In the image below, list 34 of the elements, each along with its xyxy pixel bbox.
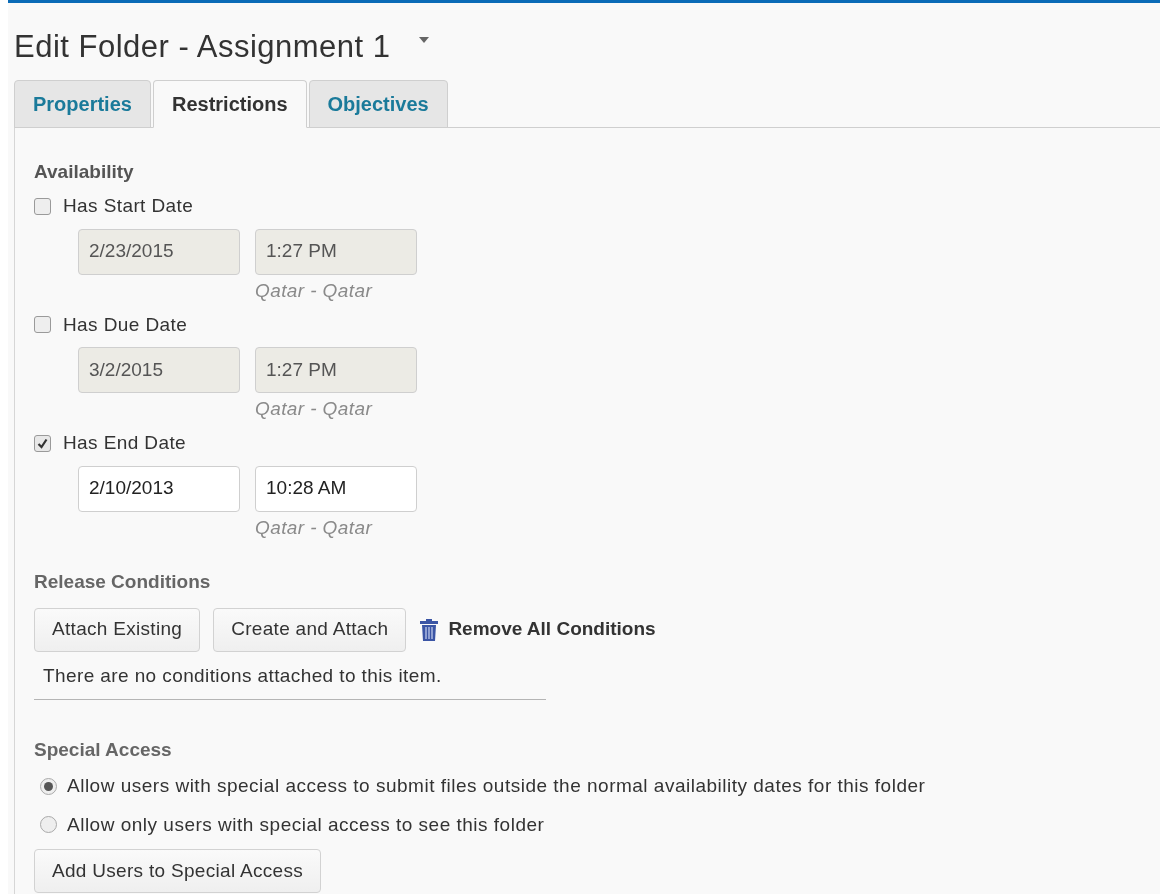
section-heading: Release Conditions [34, 569, 212, 594]
input-field[interactable]: 2/23/2015 [78, 228, 240, 275]
input-field[interactable]: 2/10/2013 [78, 465, 240, 512]
timezone-label: Qatar - Qatar [255, 278, 374, 303]
checkbox[interactable] [34, 197, 51, 215]
dropdown-caret-icon[interactable] [418, 37, 429, 43]
checkbox-label: Has End Date [63, 431, 187, 455]
timezone-label: Qatar - Qatar [255, 515, 374, 540]
trash-icon [419, 617, 440, 642]
button[interactable]: Add Users to Special Access [34, 849, 321, 893]
checkbox[interactable] [34, 316, 51, 334]
input-field[interactable]: 3/2/2015 [78, 347, 240, 393]
button[interactable]: Attach Existing [34, 607, 201, 652]
checkmark-icon [37, 437, 48, 449]
timezone-label: Qatar - Qatar [255, 397, 374, 421]
remove-all-conditions-link[interactable]: Remove All Conditions [419, 615, 656, 644]
radio-label: Allow users with special access to submit files outside the normal availability dates for this folder [67, 774, 926, 798]
input-field[interactable]: 1:27 PM [255, 347, 417, 393]
checkbox-label: Has Start Date [63, 194, 194, 218]
button[interactable]: Create and Attach [213, 607, 407, 652]
tab[interactable]: Restrictions [152, 80, 307, 128]
radio-label: Allow only users with special access to see this folder [67, 812, 545, 837]
tab[interactable]: Objectives [308, 80, 448, 128]
page-title: Edit Folder - Assignment 1 [14, 28, 391, 66]
tab[interactable]: Properties [14, 80, 151, 128]
input-field[interactable]: 1:27 PM [255, 228, 417, 275]
radio-button[interactable] [40, 816, 57, 834]
section-heading: Availability [34, 160, 135, 184]
empty-conditions-message: There are no conditions attached to this item. [34, 661, 546, 700]
section-heading: Special Access [34, 738, 173, 762]
radio-button[interactable] [40, 777, 57, 795]
checkbox-label: Has Due Date [63, 312, 188, 337]
input-field[interactable]: 10:28 AM [255, 465, 417, 512]
checkbox[interactable] [34, 434, 51, 452]
